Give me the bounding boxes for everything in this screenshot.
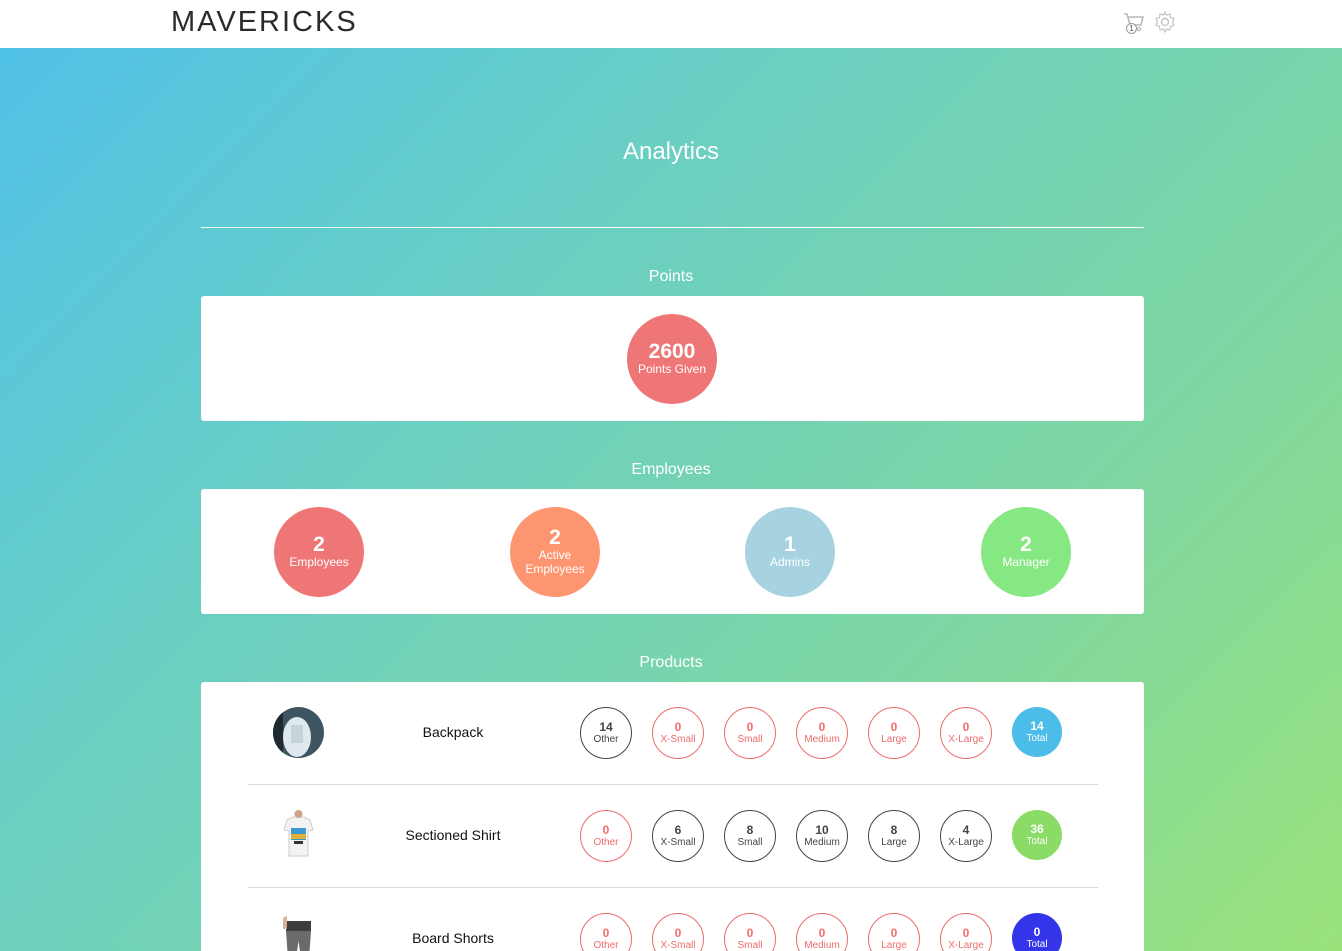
size-count-label: Small: [737, 939, 763, 951]
products-card: Backpack 14 Other 0 X-Small 0 Small 0 Medium 0 Lar…: [201, 682, 1144, 951]
size-count-value: 0: [602, 822, 610, 837]
total-value: 14: [1030, 718, 1044, 733]
size-count-medium: 0 Medium: [796, 913, 848, 951]
points-card: 2600 Points Given: [201, 296, 1144, 421]
size-count-label: Large: [881, 939, 907, 951]
size-count-value: 0: [674, 925, 682, 940]
product-total: 0 Total: [1012, 913, 1062, 951]
product-name: Sectioned Shirt: [405, 827, 501, 843]
product-total: 14 Total: [1012, 707, 1062, 757]
product-total: 36 Total: [1012, 810, 1062, 860]
product-row: Backpack 14 Other 0 X-Small 0 Small 0 Medium 0 Lar…: [248, 682, 1098, 785]
size-count-other: 0 Other: [580, 913, 632, 951]
points-given-stat: 2600 Points Given: [627, 314, 717, 404]
admins-value: 1: [784, 533, 796, 556]
employees-section-title: Employees: [631, 461, 711, 478]
size-count-value: 0: [962, 925, 970, 940]
size-count-medium: 0 Medium: [796, 707, 848, 759]
size-count-label: X-Small: [660, 836, 696, 848]
size-count-label: Medium: [804, 939, 840, 951]
size-count-value: 0: [602, 925, 610, 940]
size-count-large: 8 Large: [868, 810, 920, 862]
size-count-label: Small: [737, 836, 763, 848]
points-section-title: Points: [648, 268, 694, 285]
employees-stat: 2 Employees: [274, 507, 364, 597]
product-thumbnail: [273, 913, 324, 951]
manager-label: Manager: [1002, 555, 1050, 569]
size-count-value: 0: [746, 719, 754, 734]
manager-value: 2: [1020, 533, 1032, 556]
points-given-value: 2600: [648, 340, 696, 363]
size-count-value: 0: [890, 925, 898, 940]
size-count-label: X-Small: [660, 733, 696, 745]
size-count-value: 0: [818, 719, 826, 734]
title-divider: [201, 227, 1144, 228]
size-count-value: 14: [599, 719, 613, 734]
size-count-value: 8: [890, 822, 898, 837]
manager-stat: 2 Manager: [981, 507, 1071, 597]
size-count-x-small: 0 X-Small: [652, 913, 704, 951]
size-count-x-large: 4 X-Large: [940, 810, 992, 862]
page-title: Analytics: [622, 138, 720, 165]
products-section-title: Products: [639, 654, 703, 671]
active-employees-value: 2: [549, 526, 561, 549]
size-count-label: Small: [737, 733, 763, 745]
product-thumbnail: [273, 707, 324, 758]
size-count-label: Other: [593, 836, 619, 848]
size-count-x-large: 0 X-Large: [940, 913, 992, 951]
size-count-large: 0 Large: [868, 913, 920, 951]
total-label: Total: [1026, 835, 1048, 847]
product-name: Board Shorts: [412, 930, 494, 946]
total-value: 36: [1030, 821, 1044, 836]
size-count-other: 14 Other: [580, 707, 632, 759]
top-navbar: MAVERICKS 1: [0, 0, 1342, 48]
size-count-value: 0: [818, 925, 826, 940]
size-count-label: Other: [593, 733, 619, 745]
employees-card: 2 Employees 2 Active Employees 1 Admins …: [201, 489, 1144, 614]
cart-count-badge: 1: [1126, 23, 1137, 34]
size-count-label: Large: [881, 733, 907, 745]
size-count-medium: 10 Medium: [796, 810, 848, 862]
points-given-label: Points Given: [637, 362, 707, 376]
size-count-x-small: 0 X-Small: [652, 707, 704, 759]
size-count-label: X-Small: [660, 939, 696, 951]
size-count-value: 0: [962, 719, 970, 734]
size-count-label: Medium: [804, 836, 840, 848]
size-count-small: 8 Small: [724, 810, 776, 862]
active-employees-label: Active Employees: [525, 548, 585, 576]
size-count-large: 0 Large: [868, 707, 920, 759]
size-count-value: 8: [746, 822, 754, 837]
size-count-label: Large: [881, 836, 907, 848]
admins-stat: 1 Admins: [745, 507, 835, 597]
product-row: Board Shorts 0 Other 0 X-Small 0 Small 0 Medium 0…: [248, 888, 1098, 951]
size-count-x-small: 6 X-Small: [652, 810, 704, 862]
size-count-label: Other: [593, 939, 619, 951]
admins-label: Admins: [769, 555, 810, 569]
size-count-value: 0: [746, 925, 754, 940]
size-count-label: X-Large: [948, 939, 984, 951]
size-count-value: 0: [890, 719, 898, 734]
size-count-label: X-Large: [948, 836, 984, 848]
size-count-label: X-Large: [948, 733, 984, 745]
size-count-small: 0 Small: [724, 913, 776, 951]
total-label: Total: [1026, 938, 1048, 950]
product-name: Backpack: [422, 724, 484, 740]
size-count-value: 10: [815, 822, 829, 837]
size-count-value: 6: [674, 822, 682, 837]
product-thumbnail: [273, 810, 324, 861]
total-label: Total: [1026, 732, 1048, 744]
brand-logo[interactable]: MAVERICKS: [171, 6, 358, 39]
gear-icon[interactable]: [1153, 10, 1177, 34]
active-employees-stat: 2 Active Employees: [510, 507, 600, 597]
employees-value: 2: [313, 533, 325, 556]
size-count-small: 0 Small: [724, 707, 776, 759]
size-count-value: 0: [674, 719, 682, 734]
size-count-value: 4: [962, 822, 970, 837]
employees-label: Employees: [289, 555, 349, 569]
size-count-other: 0 Other: [580, 810, 632, 862]
product-row: Sectioned Shirt 0 Other 6 X-Small 8 Small 10 Med…: [248, 785, 1098, 888]
size-count-x-large: 0 X-Large: [940, 707, 992, 759]
total-value: 0: [1033, 924, 1041, 939]
size-count-label: Medium: [804, 733, 840, 745]
